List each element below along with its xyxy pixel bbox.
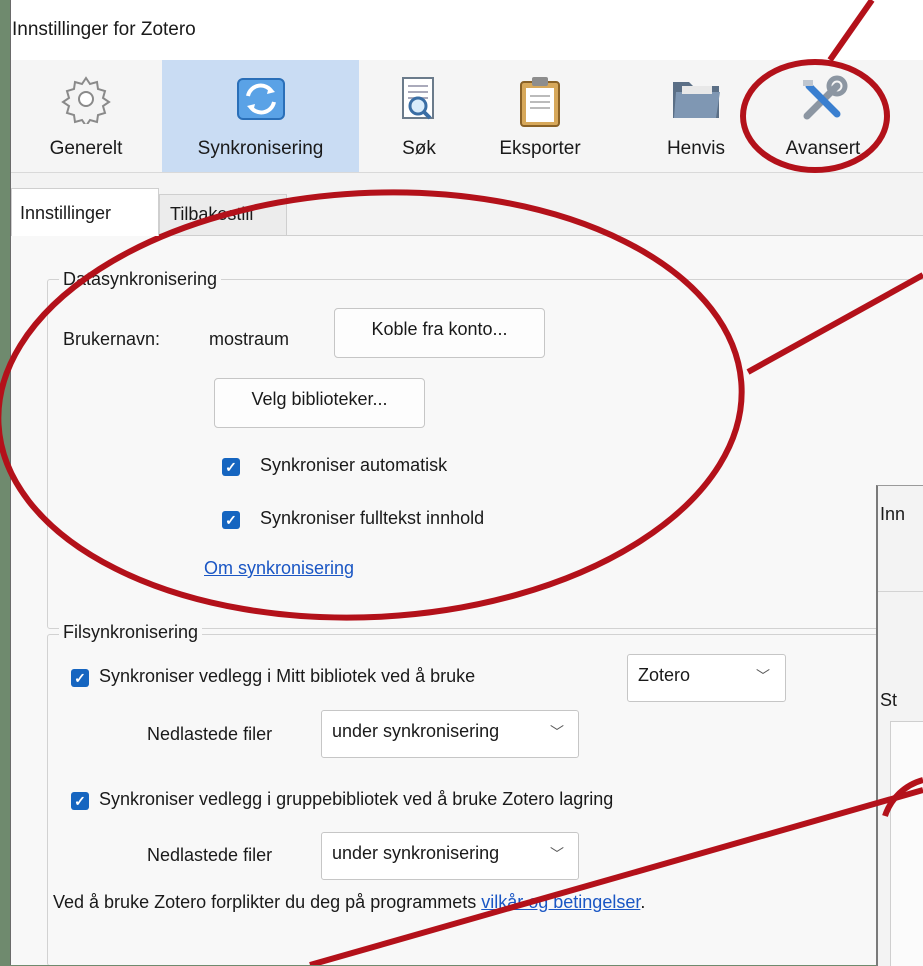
window-title: Innstillinger for Zotero [12, 19, 196, 40]
sync-method-select[interactable]: Zotero ﹀ [627, 654, 786, 702]
unlink-account-button[interactable]: Koble fra konto... [334, 308, 545, 358]
sync-icon [234, 74, 288, 130]
sync-group-library-checkbox[interactable]: ✓ [71, 792, 89, 810]
terms-text: Ved å bruke Zotero forplikter du deg på … [53, 892, 645, 913]
terms-link[interactable]: vilkår og betingelser [481, 892, 640, 912]
toolbar-general[interactable]: Generelt [31, 60, 141, 172]
downloaded-files-label: Nedlastede filer [147, 724, 273, 744]
auto-sync-checkbox[interactable]: ✓ [222, 458, 240, 476]
downloaded-files-value-2: under synkronisering [332, 843, 500, 863]
toolbar-advanced-label: Avansert [785, 138, 861, 159]
toolbar-advanced[interactable]: Avansert [763, 60, 883, 172]
settings-pane: Datasynkronisering Brukernavn: mostraum … [11, 235, 923, 965]
search-doc-icon [397, 74, 441, 130]
data-sync-legend: Datasynkronisering [59, 269, 222, 290]
auto-sync-label: Synkroniser automatisk [260, 455, 448, 475]
chevron-down-icon: ﹀ [550, 846, 564, 862]
tab-settings[interactable]: Innstillinger [11, 188, 159, 236]
sync-method-value: Zotero [638, 665, 691, 685]
about-sync-link[interactable]: Om synkronisering [204, 558, 354, 579]
downloaded-files-select-2[interactable]: under synkronisering ﹀ [321, 832, 579, 880]
second-window-title: Inn [880, 504, 906, 524]
downloaded-files-label-2: Nedlastede filer [147, 845, 273, 865]
tools-icon [797, 74, 849, 132]
chevron-down-icon: ﹀ [756, 668, 770, 684]
chevron-down-icon: ﹀ [550, 724, 564, 740]
terms-prefix: Ved å bruke Zotero forplikter du deg på … [53, 892, 477, 912]
downloaded-files-value-1: under synkronisering [332, 721, 500, 741]
divider [878, 591, 923, 592]
toolbar-general-label: Generelt [49, 138, 123, 159]
sync-group-library-label: Synkroniser vedlegg i gruppebibliotek ve… [99, 789, 614, 809]
username-value: mostraum [209, 329, 290, 349]
toolbar-cite-label: Henvis [666, 138, 726, 159]
second-window-tab: St [880, 690, 898, 710]
gear-icon [61, 74, 111, 130]
toolbar-cite[interactable]: Henvis [651, 60, 741, 172]
preferences-toolbar: Generelt Synkronisering Søk Eksporter He… [11, 60, 923, 173]
username-label: Brukernavn: [63, 329, 161, 349]
toolbar-search[interactable]: Søk [379, 60, 459, 172]
sync-my-library-checkbox[interactable]: ✓ [71, 669, 89, 687]
toolbar-sync[interactable]: Synkronisering [162, 60, 359, 172]
toolbar-export[interactable]: Eksporter [481, 60, 599, 172]
preferences-window: Innstillinger for Zotero Generelt Synkro… [10, 0, 923, 965]
downloaded-files-select-1[interactable]: under synkronisering ﹀ [321, 710, 579, 758]
second-preferences-window: Inn St [876, 485, 923, 966]
folder-icon [670, 74, 722, 128]
toolbar-sync-label: Synkronisering [197, 138, 324, 159]
choose-libraries-button[interactable]: Velg biblioteker... [214, 378, 425, 428]
tab-reset[interactable]: Tilbakestill [159, 194, 287, 236]
clipboard-icon [517, 74, 563, 134]
file-sync-legend: Filsynkronisering [59, 622, 203, 643]
sync-my-library-label: Synkroniser vedlegg i Mitt bibliotek ved… [99, 666, 476, 686]
second-window-pane [890, 721, 923, 966]
toolbar-search-label: Søk [402, 138, 436, 159]
terms-suffix: . [640, 892, 646, 912]
toolbar-export-label: Eksporter [499, 138, 581, 159]
title-bar: Innstillinger for Zotero [11, 0, 923, 60]
fulltext-sync-checkbox[interactable]: ✓ [222, 511, 240, 529]
fulltext-sync-label: Synkroniser fulltekst innhold [260, 508, 485, 528]
